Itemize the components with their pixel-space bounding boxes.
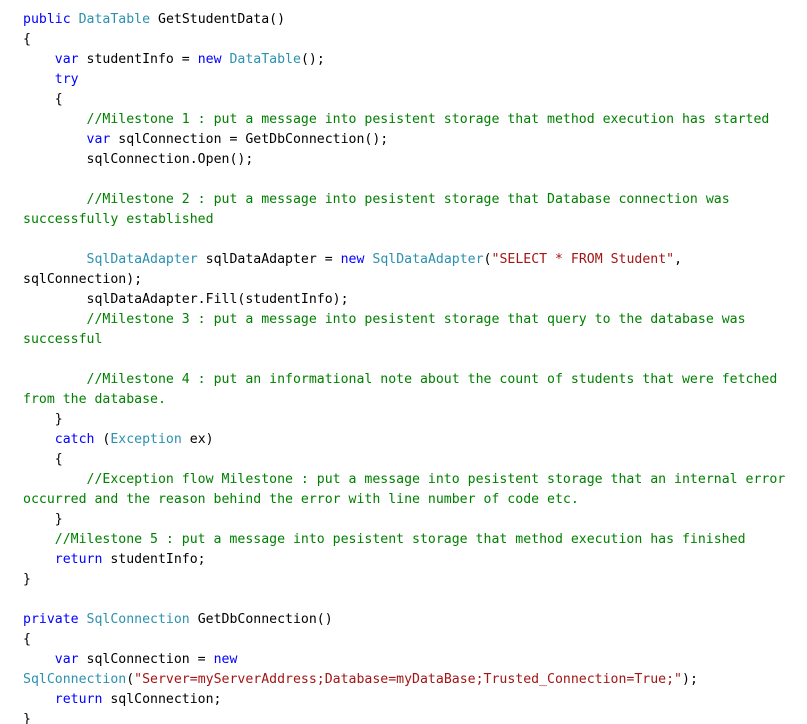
code-line: //Milestone 3 : put a message into pesis… bbox=[0, 310, 807, 350]
code-token-comment: //Milestone 1 : put a message into pesis… bbox=[86, 112, 770, 127]
code-token-comment: //Milestone 5 : put a message into pesis… bbox=[54, 532, 746, 547]
code-token-type: SqlDataAdapter bbox=[372, 252, 484, 267]
code-line: var sqlConnection = new SqlConnection("S… bbox=[0, 650, 807, 690]
code-token-string: "SELECT * FROM Student" bbox=[491, 252, 675, 267]
code-token-comment: //Milestone 2 : put a message into pesis… bbox=[23, 192, 738, 227]
code-token-keyword: new bbox=[197, 52, 222, 67]
code-listing[interactable]: public DataTable GetStudentData() { var s… bbox=[0, 0, 807, 724]
code-token-plain: { bbox=[23, 32, 31, 47]
code-token-plain: } bbox=[23, 412, 63, 427]
code-token-plain: GetStudentData() bbox=[150, 12, 286, 27]
code-token-type: Exception bbox=[110, 432, 182, 447]
code-token-keyword: new bbox=[340, 252, 365, 267]
code-line: var studentInfo = new DataTable(); bbox=[0, 50, 807, 70]
code-token-keyword: new bbox=[213, 652, 238, 667]
code-line: //Milestone 2 : put a message into pesis… bbox=[0, 190, 807, 230]
code-token-type: SqlDataAdapter bbox=[86, 252, 198, 267]
code-token-plain: { bbox=[23, 632, 31, 647]
code-token-plain: (); bbox=[300, 52, 325, 67]
code-line: public DataTable GetStudentData() bbox=[0, 10, 807, 30]
code-line: var sqlConnection = GetDbConnection(); bbox=[0, 130, 807, 150]
code-token-plain: { bbox=[23, 92, 63, 107]
code-token-type: DataTable bbox=[78, 12, 151, 27]
code-line: sqlConnection.Open(); bbox=[0, 150, 807, 170]
code-line: { bbox=[0, 630, 807, 650]
code-token-comment: //Milestone 3 : put a message into pesis… bbox=[23, 312, 754, 347]
code-token-plain: } bbox=[23, 712, 31, 724]
code-token-keyword: var bbox=[86, 132, 111, 147]
code-token-type: DataTable bbox=[229, 52, 301, 67]
code-token-comment: //Exception flow Milestone : put a messa… bbox=[23, 472, 794, 507]
code-token-keyword: return bbox=[54, 692, 103, 707]
code-token-type: SqlConnection bbox=[86, 612, 190, 627]
code-token-plain: sqlDataAdapter.Fill(studentInfo); bbox=[23, 292, 349, 307]
code-token-type: SqlConnection bbox=[23, 672, 127, 687]
code-line: { bbox=[0, 90, 807, 110]
code-line: catch (Exception ex) bbox=[0, 430, 807, 450]
code-line: { bbox=[0, 30, 807, 50]
code-token-keyword: catch bbox=[54, 432, 95, 447]
code-token-plain: ); bbox=[682, 672, 698, 687]
code-token-plain: ( bbox=[483, 252, 492, 267]
code-token-plain: sqlConnection = bbox=[78, 652, 214, 667]
code-token-plain: sqlConnection = GetDbConnection(); bbox=[110, 132, 389, 147]
code-token-plain: studentInfo = bbox=[78, 52, 198, 67]
code-token-keyword: var bbox=[54, 52, 79, 67]
code-token-keyword: return bbox=[54, 552, 103, 567]
code-line: sqlDataAdapter.Fill(studentInfo); bbox=[0, 290, 807, 310]
code-line: //Milestone 1 : put a message into pesis… bbox=[0, 110, 807, 130]
code-line: } bbox=[0, 570, 807, 590]
code-line: //Milestone 4 : put an informational not… bbox=[0, 370, 807, 410]
code-line: //Milestone 5 : put a message into pesis… bbox=[0, 530, 807, 550]
code-token-keyword: var bbox=[54, 652, 79, 667]
code-line: private SqlConnection GetDbConnection() bbox=[0, 610, 807, 630]
code-token-plain: { bbox=[23, 452, 63, 467]
code-token-plain: ( bbox=[94, 432, 111, 447]
code-token-comment: //Milestone 4 : put an informational not… bbox=[23, 372, 786, 407]
code-line: } bbox=[0, 510, 807, 530]
code-token-keyword: try bbox=[54, 72, 79, 87]
code-line: } bbox=[0, 710, 807, 724]
code-token-keyword: private bbox=[23, 612, 79, 627]
code-token-keyword: public bbox=[23, 12, 71, 27]
code-token-plain: GetDbConnection() bbox=[189, 612, 333, 627]
code-token-plain: sqlDataAdapter = bbox=[197, 252, 341, 267]
code-token-plain: } bbox=[23, 512, 63, 527]
code-token-plain: sqlConnection; bbox=[102, 692, 222, 707]
code-token-plain: sqlConnection.Open(); bbox=[23, 152, 254, 167]
code-line: return sqlConnection; bbox=[0, 690, 807, 710]
code-line: try bbox=[0, 70, 807, 90]
code-token-plain: ( bbox=[126, 672, 135, 687]
code-token-plain: studentInfo; bbox=[102, 552, 206, 567]
code-line: { bbox=[0, 450, 807, 470]
code-token-plain: ex) bbox=[181, 432, 214, 447]
code-line: return studentInfo; bbox=[0, 550, 807, 570]
code-token-plain: } bbox=[23, 572, 31, 587]
code-line: //Exception flow Milestone : put a messa… bbox=[0, 470, 807, 510]
code-token-string: "Server=myServerAddress;Database=myDataB… bbox=[134, 672, 683, 687]
code-line: SqlDataAdapter sqlDataAdapter = new SqlD… bbox=[0, 250, 807, 290]
code-line: } bbox=[0, 410, 807, 430]
